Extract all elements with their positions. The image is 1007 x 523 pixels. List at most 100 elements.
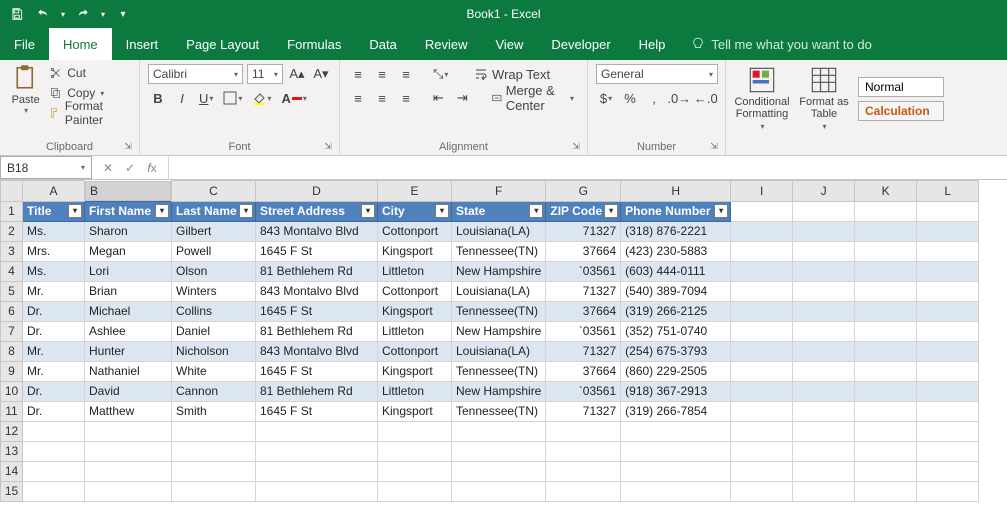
redo-dropdown-icon[interactable]: ▾ <box>98 3 108 25</box>
decrease-font-icon[interactable]: A▾ <box>311 64 331 84</box>
row-header-7[interactable]: 7 <box>1 321 23 341</box>
bold-button[interactable]: B <box>148 88 168 108</box>
table-header-cell[interactable]: First Name <box>85 201 172 221</box>
cell[interactable]: Ashlee <box>85 321 172 341</box>
cell[interactable]: 81 Bethlehem Rd <box>256 321 378 341</box>
cell[interactable] <box>172 481 256 501</box>
cell[interactable] <box>172 461 256 481</box>
cell[interactable] <box>85 481 172 501</box>
cell[interactable]: (603) 444-0111 <box>621 261 731 281</box>
column-header-E[interactable]: E <box>378 181 452 202</box>
cell[interactable] <box>731 301 793 321</box>
cell[interactable] <box>917 441 979 461</box>
cell[interactable]: 71327 <box>546 341 621 361</box>
cell[interactable]: Ms. <box>23 221 85 241</box>
cell[interactable] <box>917 301 979 321</box>
dialog-launcher-icon[interactable]: ⇲ <box>323 141 333 151</box>
undo-dropdown-icon[interactable]: ▾ <box>58 3 68 25</box>
column-header-G[interactable]: G <box>546 181 621 202</box>
cell[interactable]: 71327 <box>546 221 621 241</box>
align-center-icon[interactable]: ≡ <box>372 88 392 108</box>
column-header-A[interactable]: A <box>23 181 85 202</box>
cell[interactable] <box>546 481 621 501</box>
cell[interactable]: Mr. <box>23 341 85 361</box>
font-color-button[interactable]: A▾ <box>278 88 309 108</box>
cell[interactable]: Kingsport <box>378 241 452 261</box>
column-header-J[interactable]: J <box>793 181 855 202</box>
cell[interactable] <box>855 361 917 381</box>
row-header-3[interactable]: 3 <box>1 241 23 261</box>
cell[interactable]: Littleton <box>378 321 452 341</box>
cell[interactable]: Kingsport <box>378 401 452 421</box>
cell[interactable]: Kingsport <box>378 301 452 321</box>
row-header-11[interactable]: 11 <box>1 401 23 421</box>
table-header-cell[interactable]: City <box>378 201 452 221</box>
tab-view[interactable]: View <box>481 28 537 60</box>
cell[interactable] <box>85 421 172 441</box>
cell[interactable] <box>731 241 793 261</box>
cell[interactable]: Ms. <box>23 261 85 281</box>
cell[interactable]: 37664 <box>546 301 621 321</box>
cell[interactable]: Collins <box>172 301 256 321</box>
cell[interactable] <box>917 381 979 401</box>
cell[interactable]: 81 Bethlehem Rd <box>256 381 378 401</box>
qat-customize-icon[interactable]: ▾ <box>112 3 134 25</box>
cell[interactable] <box>452 481 546 501</box>
fx-icon[interactable]: fx <box>144 161 160 175</box>
cell[interactable] <box>452 461 546 481</box>
cell[interactable] <box>85 461 172 481</box>
cell[interactable] <box>917 241 979 261</box>
cell[interactable]: Mrs. <box>23 241 85 261</box>
column-header-H[interactable]: H <box>621 181 731 202</box>
row-header-14[interactable]: 14 <box>1 461 23 481</box>
cell[interactable]: Louisiana(LA) <box>452 341 546 361</box>
cell[interactable] <box>793 301 855 321</box>
cell[interactable]: Gilbert <box>172 221 256 241</box>
cell[interactable] <box>855 421 917 441</box>
cell[interactable]: Dr. <box>23 401 85 421</box>
align-middle-icon[interactable]: ≡ <box>372 64 392 84</box>
cell[interactable] <box>23 421 85 441</box>
cell[interactable]: 81 Bethlehem Rd <box>256 261 378 281</box>
filter-button-icon[interactable] <box>68 204 82 218</box>
cell[interactable] <box>917 481 979 501</box>
cell[interactable]: 843 Montalvo Blvd <box>256 341 378 361</box>
number-format-select[interactable]: General▾ <box>596 64 718 84</box>
cell[interactable] <box>256 481 378 501</box>
fill-color-button[interactable]: ▾ <box>249 88 274 108</box>
cell[interactable] <box>621 421 731 441</box>
cell[interactable]: Lori <box>85 261 172 281</box>
cell[interactable] <box>793 381 855 401</box>
cell[interactable]: New Hampshire <box>452 261 546 281</box>
cell[interactable] <box>731 441 793 461</box>
cell[interactable]: Cottonport <box>378 281 452 301</box>
cell[interactable]: Daniel <box>172 321 256 341</box>
cell[interactable] <box>793 421 855 441</box>
cell[interactable]: Sharon <box>85 221 172 241</box>
cell[interactable] <box>855 321 917 341</box>
cell[interactable] <box>452 421 546 441</box>
cell[interactable]: White <box>172 361 256 381</box>
cell[interactable]: 37664 <box>546 361 621 381</box>
cell[interactable] <box>855 241 917 261</box>
cell[interactable] <box>731 401 793 421</box>
cell[interactable]: (540) 389-7094 <box>621 281 731 301</box>
increase-font-icon[interactable]: A▴ <box>287 64 307 84</box>
tell-me[interactable]: Tell me what you want to do <box>691 28 871 60</box>
column-header-L[interactable]: L <box>917 181 979 202</box>
orientation-icon[interactable]: ⤡▾ <box>430 64 451 84</box>
cell[interactable]: Dr. <box>23 321 85 341</box>
cell[interactable] <box>793 221 855 241</box>
dialog-launcher-icon[interactable]: ⇲ <box>123 141 133 151</box>
cell[interactable] <box>731 281 793 301</box>
cell[interactable] <box>793 441 855 461</box>
cell[interactable] <box>23 461 85 481</box>
cell[interactable]: Powell <box>172 241 256 261</box>
cell[interactable] <box>731 461 793 481</box>
tab-page-layout[interactable]: Page Layout <box>172 28 273 60</box>
underline-button[interactable]: U▾ <box>196 88 216 108</box>
tab-developer[interactable]: Developer <box>537 28 624 60</box>
cell[interactable]: Olson <box>172 261 256 281</box>
cell[interactable] <box>855 441 917 461</box>
cell[interactable]: Tennessee(TN) <box>452 241 546 261</box>
